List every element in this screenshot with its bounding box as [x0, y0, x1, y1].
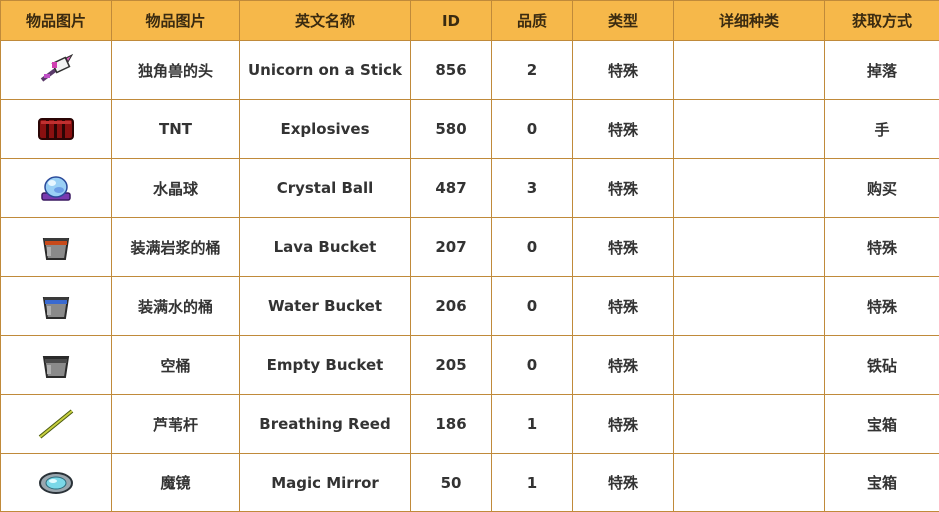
english-name: Unicorn on a Stick [240, 41, 411, 100]
item-image-cell [1, 218, 112, 277]
english-name: Lava Bucket [240, 218, 411, 277]
english-name: Empty Bucket [240, 336, 411, 395]
type: 特殊 [573, 218, 674, 277]
table-row: 独角兽的头 Unicorn on a Stick 856 2 特殊 掉落 [1, 41, 939, 100]
table-row: 装满岩浆的桶 Lava Bucket 207 0 特殊 特殊 [1, 218, 939, 277]
type: 特殊 [573, 100, 674, 159]
english-name: Magic Mirror [240, 454, 411, 512]
source: 掉落 [825, 41, 939, 100]
item-id: 50 [411, 454, 492, 512]
source: 购买 [825, 159, 939, 218]
english-name: Water Bucket [240, 277, 411, 336]
item-id: 205 [411, 336, 492, 395]
lava-bucket-icon [41, 233, 71, 261]
items-table: 物品图片 物品图片 英文名称 ID 品质 类型 详细种类 获取方式 独角兽的头 … [0, 0, 939, 512]
rarity: 1 [492, 395, 573, 454]
unicorn-on-a-stick-icon [38, 54, 74, 86]
rarity: 2 [492, 41, 573, 100]
header-type: 类型 [573, 1, 674, 41]
breathing-reed-icon [36, 408, 76, 440]
subtype [674, 218, 825, 277]
rarity: 0 [492, 218, 573, 277]
source: 特殊 [825, 277, 939, 336]
item-id: 580 [411, 100, 492, 159]
type: 特殊 [573, 395, 674, 454]
source: 宝箱 [825, 454, 939, 512]
subtype [674, 100, 825, 159]
item-image-cell [1, 41, 112, 100]
chinese-name: 水晶球 [112, 159, 240, 218]
header-row: 物品图片 物品图片 英文名称 ID 品质 类型 详细种类 获取方式 [1, 1, 939, 41]
subtype [674, 336, 825, 395]
chinese-name: 芦苇杆 [112, 395, 240, 454]
rarity: 0 [492, 100, 573, 159]
header-id: ID [411, 1, 492, 41]
item-image-cell [1, 277, 112, 336]
subtype [674, 159, 825, 218]
rarity: 0 [492, 277, 573, 336]
chinese-name: 装满岩浆的桶 [112, 218, 240, 277]
header-item-image: 物品图片 [1, 1, 112, 41]
magic-mirror-icon [37, 469, 75, 497]
table-row: 装满水的桶 Water Bucket 206 0 特殊 特殊 [1, 277, 939, 336]
subtype [674, 395, 825, 454]
header-chinese-name: 物品图片 [112, 1, 240, 41]
item-image-cell [1, 454, 112, 512]
water-bucket-icon [41, 292, 71, 320]
item-id: 207 [411, 218, 492, 277]
rarity: 1 [492, 454, 573, 512]
rarity: 3 [492, 159, 573, 218]
item-image-cell [1, 336, 112, 395]
tnt-explosives-icon [37, 116, 75, 142]
source: 手 [825, 100, 939, 159]
item-id: 206 [411, 277, 492, 336]
type: 特殊 [573, 336, 674, 395]
item-image-cell [1, 395, 112, 454]
item-image-cell [1, 159, 112, 218]
subtype [674, 41, 825, 100]
crystal-ball-icon [37, 173, 75, 203]
type: 特殊 [573, 454, 674, 512]
header-rarity: 品质 [492, 1, 573, 41]
english-name: Crystal Ball [240, 159, 411, 218]
chinese-name: 空桶 [112, 336, 240, 395]
header-english-name: 英文名称 [240, 1, 411, 41]
source: 特殊 [825, 218, 939, 277]
table-row: 芦苇杆 Breathing Reed 186 1 特殊 宝箱 [1, 395, 939, 454]
source: 铁砧 [825, 336, 939, 395]
rarity: 0 [492, 336, 573, 395]
chinese-name: 魔镜 [112, 454, 240, 512]
subtype [674, 277, 825, 336]
item-id: 487 [411, 159, 492, 218]
table-row: 空桶 Empty Bucket 205 0 特殊 铁砧 [1, 336, 939, 395]
header-subtype: 详细种类 [674, 1, 825, 41]
chinese-name: TNT [112, 100, 240, 159]
item-id: 856 [411, 41, 492, 100]
chinese-name: 装满水的桶 [112, 277, 240, 336]
chinese-name: 独角兽的头 [112, 41, 240, 100]
empty-bucket-icon [41, 351, 71, 379]
table-row: TNT Explosives 580 0 特殊 手 [1, 100, 939, 159]
item-image-cell [1, 100, 112, 159]
english-name: Explosives [240, 100, 411, 159]
subtype [674, 454, 825, 512]
table-row: 水晶球 Crystal Ball 487 3 特殊 购买 [1, 159, 939, 218]
type: 特殊 [573, 159, 674, 218]
item-id: 186 [411, 395, 492, 454]
english-name: Breathing Reed [240, 395, 411, 454]
header-source: 获取方式 [825, 1, 939, 41]
type: 特殊 [573, 41, 674, 100]
source: 宝箱 [825, 395, 939, 454]
type: 特殊 [573, 277, 674, 336]
table-row: 魔镜 Magic Mirror 50 1 特殊 宝箱 [1, 454, 939, 512]
